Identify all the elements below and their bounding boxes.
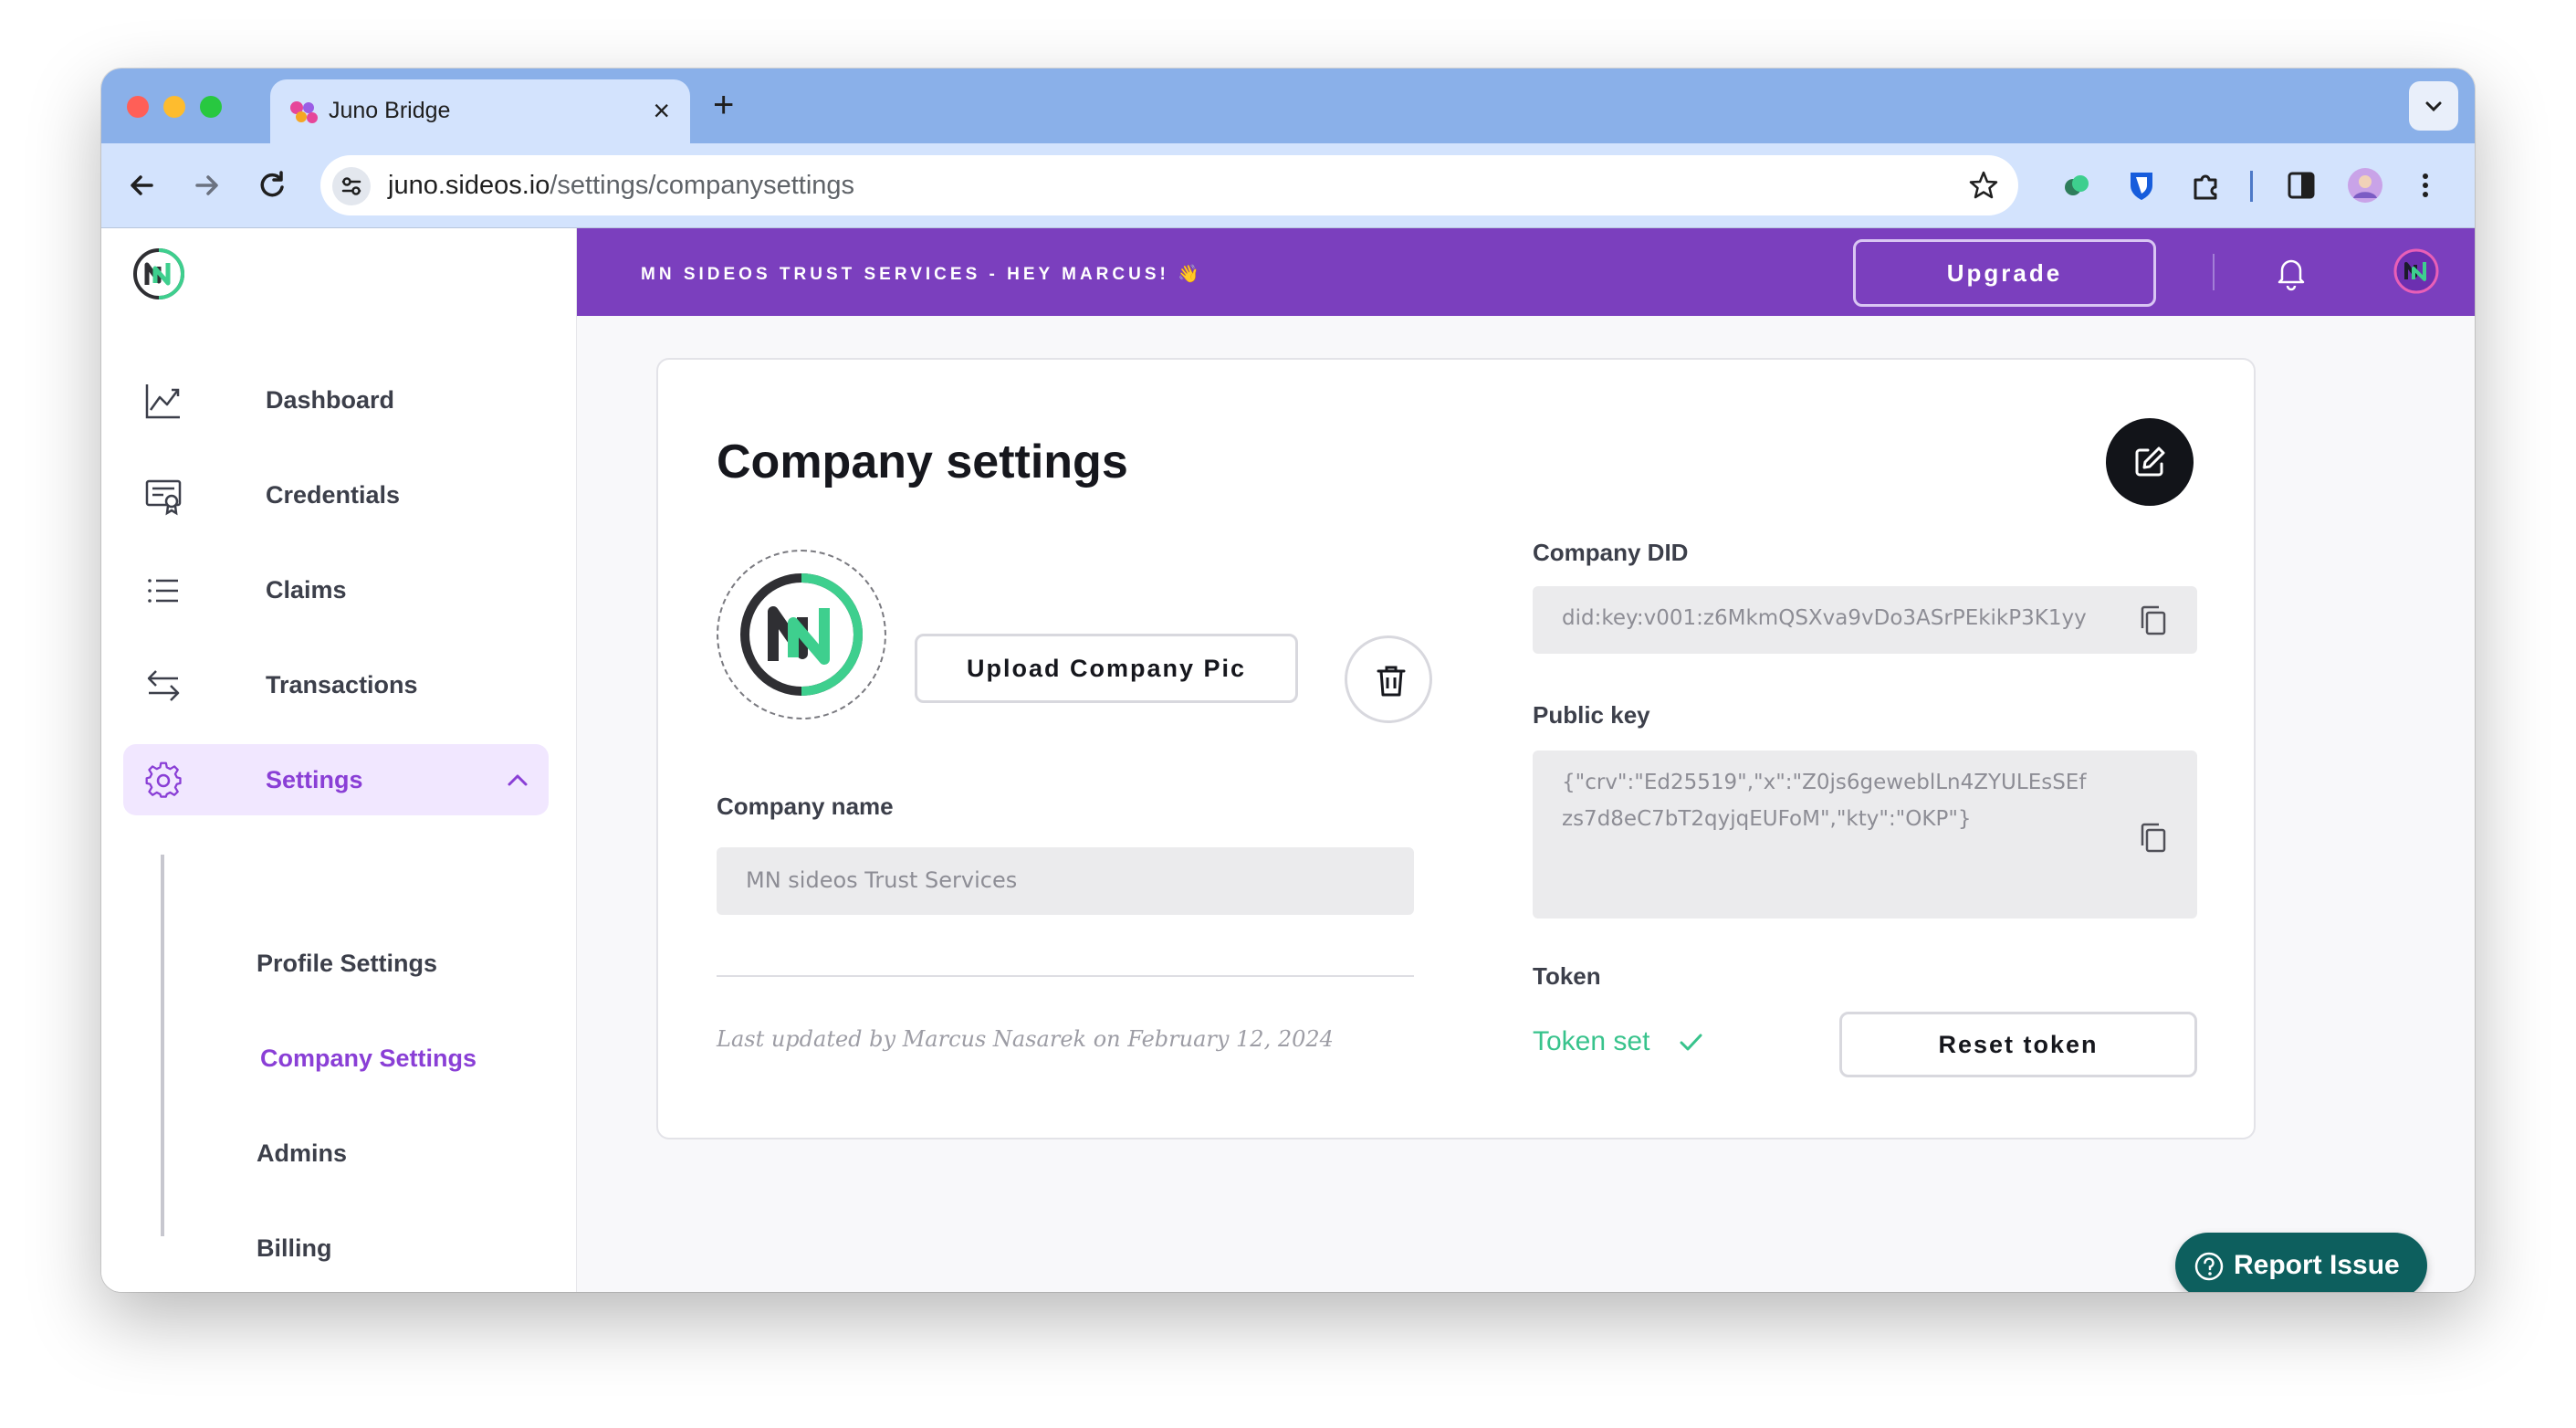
address-bar[interactable]: juno.sideos.io/settings/companysettings <box>320 155 2018 215</box>
reload-icon[interactable] <box>250 163 294 207</box>
checkmark-icon <box>1680 1034 1702 1051</box>
token-status-text: Token set <box>1533 1026 1650 1056</box>
delete-pic-button[interactable] <box>1345 635 1432 723</box>
trash-icon <box>1377 666 1406 697</box>
sidebar-subitem-company-settings[interactable]: Company Settings <box>260 1045 476 1073</box>
company-name-label: Company name <box>717 793 894 820</box>
user-avatar-icon[interactable] <box>2393 248 2439 294</box>
app-logo-icon[interactable] <box>131 247 186 301</box>
sidebar-subitem-profile-settings[interactable]: Profile Settings <box>257 950 437 978</box>
reset-token-button[interactable]: Reset token <box>1839 1012 2197 1077</box>
chevron-up-icon[interactable] <box>505 768 530 793</box>
chevron-down-icon <box>2425 101 2442 112</box>
edit-pencil-icon <box>2135 446 2165 477</box>
token-label: Token <box>1533 962 1601 990</box>
sidebar-item-dashboard[interactable]: Dashboard <box>123 364 549 436</box>
public-key-line-1: {"crv":"Ed25519","x":"Z0js6geweblLn4ZYUL… <box>1562 771 2087 794</box>
report-issue-label: Report Issue <box>2234 1250 2400 1280</box>
submenu-rail <box>161 855 164 1236</box>
app-content: Dashboard Credentials Claims Transaction… <box>101 228 2475 1292</box>
company-name-field[interactable]: MN sideos Trust Services <box>717 847 1414 915</box>
browser-tab[interactable]: Juno Bridge × <box>270 79 690 143</box>
sidebar-subitem-admins[interactable]: Admins <box>257 1139 347 1168</box>
company-did-label: Company DID <box>1533 539 1689 566</box>
banner-divider <box>2213 254 2215 290</box>
tab-title: Juno Bridge <box>329 98 451 123</box>
gear-icon <box>145 761 182 798</box>
sidebar-item-credentials[interactable]: Credentials <box>123 459 549 530</box>
public-key-line-2: zs7d8eC7bT2qyjqEUFoM","kty":"OKP"} <box>1562 807 1972 831</box>
back-icon[interactable] <box>120 163 164 207</box>
chart-line-icon <box>145 384 180 419</box>
page-title: Company settings <box>717 436 1128 488</box>
bell-icon[interactable] <box>2271 252 2311 292</box>
company-did-value: did:key:v001:z6MkmQSXva9vDo3ASrPEkikP3K1… <box>1562 606 2087 630</box>
forward-icon[interactable] <box>184 163 228 207</box>
sidebar-item-claims[interactable]: Claims <box>123 554 549 625</box>
upgrade-button[interactable]: Upgrade <box>1853 239 2156 307</box>
tab-close-icon[interactable]: × <box>653 92 670 129</box>
sidebar-item-settings[interactable]: Settings <box>123 744 549 815</box>
last-updated-text: Last updated by Marcus Nasarek on Februa… <box>717 1026 1334 1052</box>
sidebar-item-label: Claims <box>266 576 347 604</box>
company-logo-image[interactable] <box>717 550 886 719</box>
tab-strip: Juno Bridge × + <box>101 68 2475 143</box>
sidebar-subitem-billing[interactable]: Billing <box>257 1234 332 1263</box>
extension-green-icon[interactable] <box>2055 163 2099 207</box>
site-settings-icon[interactable] <box>331 166 372 206</box>
extensions-puzzle-icon[interactable] <box>2184 163 2228 207</box>
tab-favicon-icon <box>290 101 318 123</box>
sidebar: Dashboard Credentials Claims Transaction… <box>101 228 577 1292</box>
bookmark-star-icon[interactable] <box>1967 169 2000 202</box>
public-key-field[interactable]: {"crv":"Ed25519","x":"Z0js6geweblLn4ZYUL… <box>1533 751 2197 919</box>
divider <box>717 975 1414 977</box>
certificate-icon <box>145 479 182 516</box>
browser-toolbar: juno.sideos.io/settings/companysettings <box>101 143 2475 228</box>
sidebar-item-label: Transactions <box>266 671 418 698</box>
copy-icon[interactable] <box>2137 604 2170 637</box>
sidebar-item-label: Dashboard <box>266 386 395 414</box>
new-tab-button[interactable]: + <box>713 85 734 125</box>
bitwarden-icon[interactable] <box>2120 163 2163 207</box>
sidebar-item-label: Credentials <box>266 481 401 509</box>
report-issue-button[interactable]: Report Issue <box>2175 1233 2427 1292</box>
close-window-button[interactable] <box>127 96 149 118</box>
browser-window: Juno Bridge × + juno.sideos.io/settings/… <box>101 68 2475 1292</box>
company-name-value: MN sideos Trust Services <box>746 867 1018 893</box>
company-logo-icon <box>740 573 864 696</box>
profile-avatar-icon[interactable] <box>2343 163 2387 207</box>
copy-icon[interactable] <box>2137 822 2170 855</box>
url-text: juno.sideos.io/settings/companysettings <box>388 171 854 201</box>
help-circle-icon <box>2194 1252 2224 1281</box>
public-key-label: Public key <box>1533 701 1650 729</box>
arrows-exchange-icon <box>147 670 180 701</box>
sidebar-item-transactions[interactable]: Transactions <box>123 649 549 720</box>
edit-button[interactable] <box>2106 418 2194 506</box>
more-menu-icon[interactable] <box>2403 163 2447 207</box>
toolbar-divider <box>2250 171 2253 202</box>
company-settings-card: Company settings Upload Company Pic Comp… <box>656 358 2256 1139</box>
list-icon <box>148 579 178 603</box>
welcome-banner-text: MN SIDEOS TRUST SERVICES - HEY MARCUS! 👋 <box>641 265 1203 284</box>
upload-company-pic-button[interactable]: Upload Company Pic <box>915 634 1298 703</box>
top-banner: MN SIDEOS TRUST SERVICES - HEY MARCUS! 👋… <box>577 228 2475 316</box>
zoom-window-button[interactable] <box>200 96 222 118</box>
url-path: /settings/companysettings <box>550 171 855 200</box>
sidebar-item-label: Settings <box>266 766 363 793</box>
url-host: juno.sideos.io <box>388 171 550 200</box>
company-did-field[interactable]: did:key:v001:z6MkmQSXva9vDo3ASrPEkikP3K1… <box>1533 586 2197 654</box>
side-panel-icon[interactable] <box>2279 163 2323 207</box>
minimize-window-button[interactable] <box>163 96 185 118</box>
tab-search-button[interactable] <box>2409 81 2458 131</box>
